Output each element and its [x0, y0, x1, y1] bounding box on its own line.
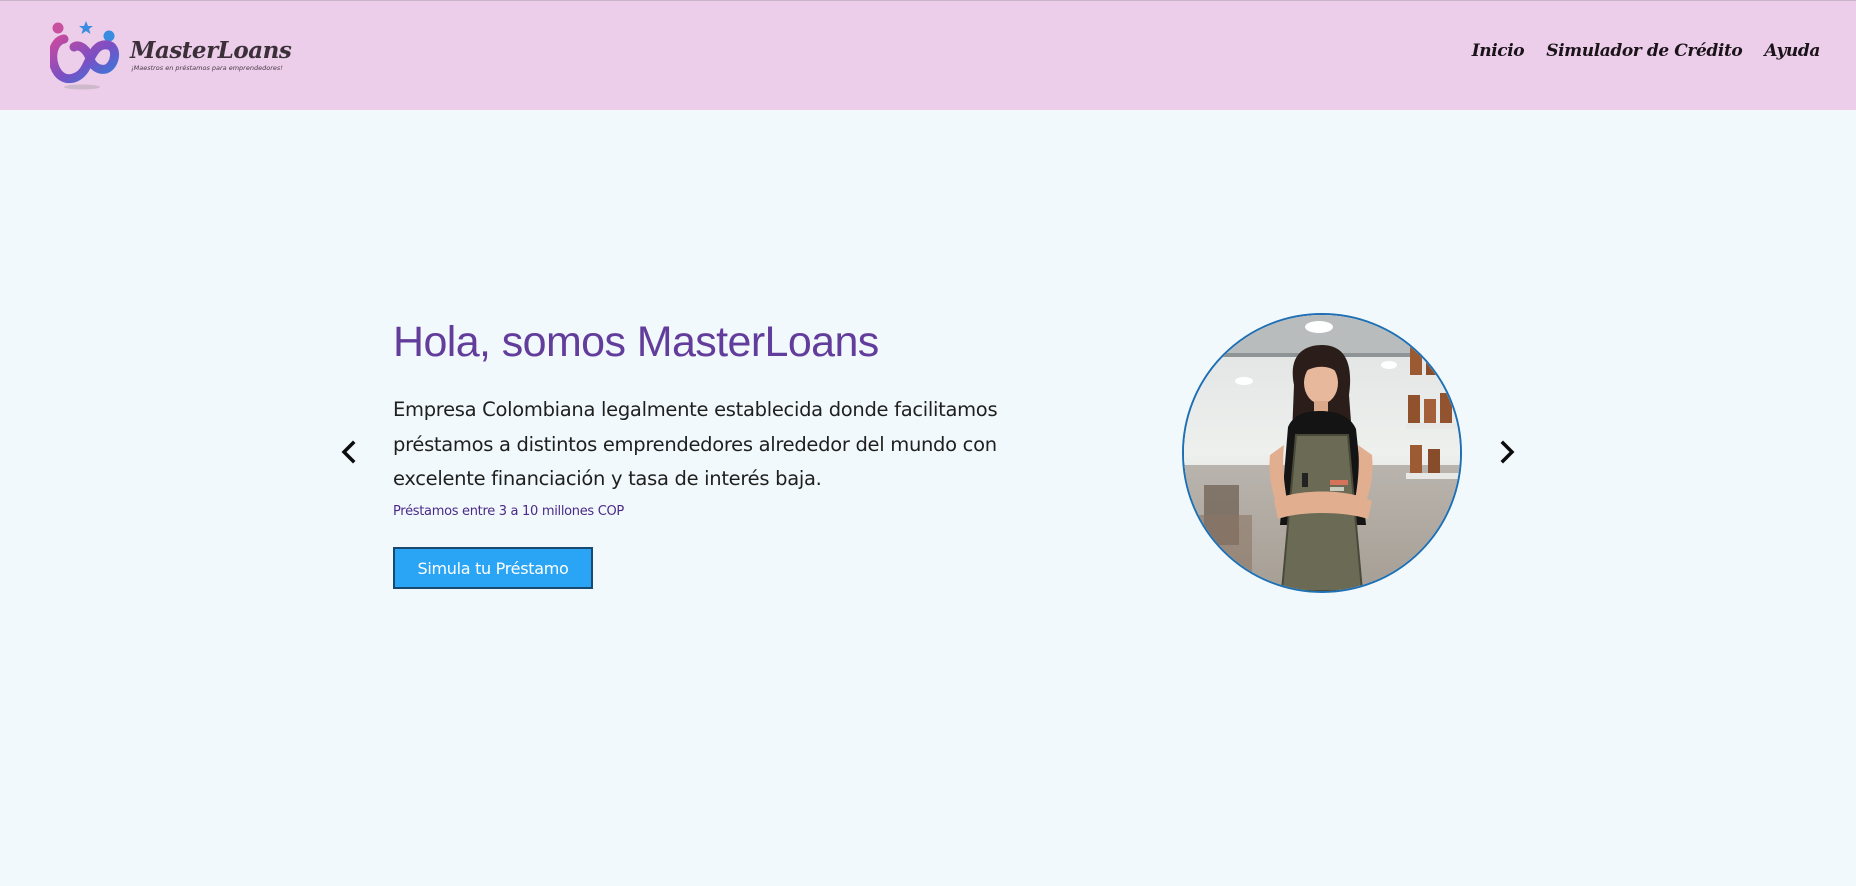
nav-ayuda[interactable]: Ayuda	[1764, 41, 1820, 61]
loan-range-text: Préstamos entre 3 a 10 millones COP	[393, 504, 624, 519]
logo-tagline: ¡Maestros en préstamos para emprendedore…	[131, 64, 283, 72]
logo-mark	[50, 21, 119, 90]
hero-description: Empresa Colombiana legalmente establecid…	[393, 398, 998, 490]
logo[interactable]: MasterLoans ¡Maestros en préstamos para …	[50, 21, 292, 93]
nav-simulador-credito[interactable]: Simulador de Crédito	[1546, 41, 1743, 61]
chevron-right-icon[interactable]	[1492, 437, 1522, 467]
simulate-loan-button[interactable]: Simula tu Préstamo	[393, 547, 593, 589]
chevron-left-icon[interactable]	[334, 437, 364, 467]
nav-inicio[interactable]: Inicio	[1472, 41, 1525, 61]
hero-title: Hola, somos MasterLoans	[393, 318, 879, 366]
site-header: MasterLoans ¡Maestros en préstamos para …	[0, 0, 1856, 110]
main-nav: Inicio Simulador de Crédito Ayuda	[1472, 41, 1821, 61]
entrepreneur-photo	[1184, 315, 1460, 591]
hero-photo	[1182, 313, 1462, 593]
logo-title: MasterLoans	[130, 37, 292, 64]
